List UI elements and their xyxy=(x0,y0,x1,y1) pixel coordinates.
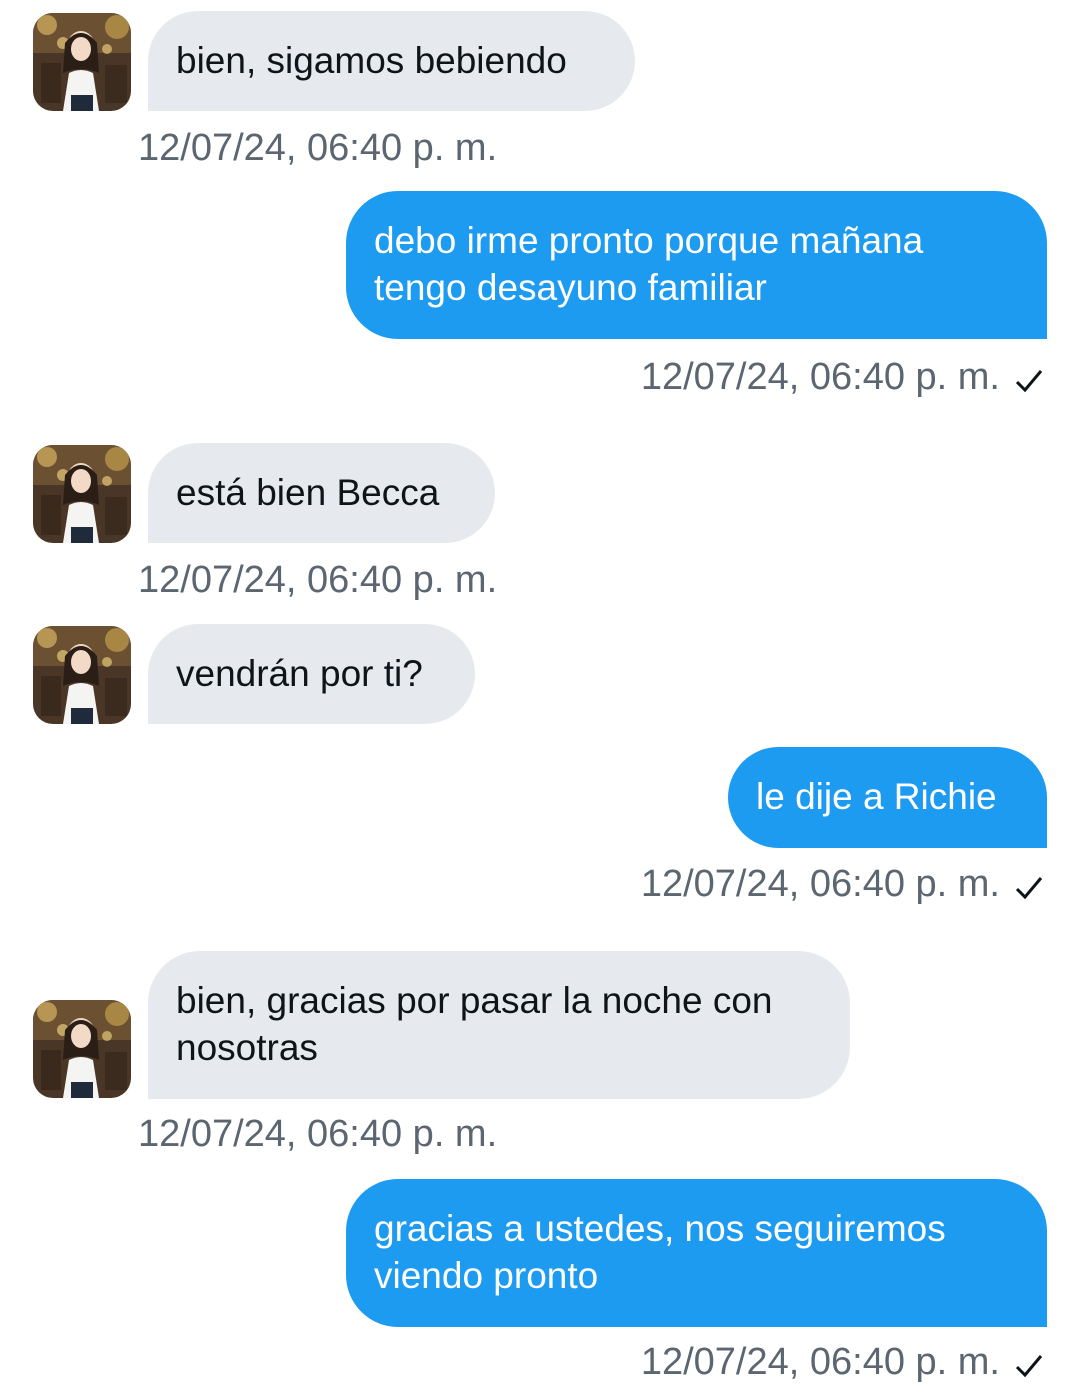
message-timestamp: 12/07/24, 06:40 p. m. xyxy=(640,863,1000,905)
contact-avatar[interactable] xyxy=(33,1000,131,1098)
message-text: le dije a Richie xyxy=(756,776,997,817)
incoming-message-bubble[interactable]: bien, gracias por pasar la noche con nos… xyxy=(148,951,850,1099)
incoming-message-bubble[interactable]: vendrán por ti? xyxy=(148,624,475,724)
message-timestamp-row: 12/07/24, 06:40 p. m. xyxy=(641,1340,1044,1384)
message-text: bien, sigamos bebiendo xyxy=(176,40,567,81)
contact-avatar[interactable] xyxy=(33,626,131,724)
message-timestamp-row: 12/07/24, 06:40 p. m. xyxy=(641,862,1044,906)
message-text: gracias a ustedes, nos seguiremos viendo… xyxy=(374,1208,946,1296)
message-timestamp: 12/07/24, 06:40 p. m. xyxy=(138,559,498,601)
outgoing-message-bubble[interactable]: debo irme pronto porque mañana tengo des… xyxy=(346,191,1047,339)
message-text: vendrán por ti? xyxy=(176,653,423,694)
message-timestamp: 12/07/24, 06:40 p. m. xyxy=(640,1341,1000,1383)
incoming-message-bubble[interactable]: está bien Becca xyxy=(148,443,495,543)
contact-avatar[interactable] xyxy=(33,13,131,111)
checkmark-icon xyxy=(1014,362,1044,393)
outgoing-message-bubble[interactable]: gracias a ustedes, nos seguiremos viendo… xyxy=(346,1179,1047,1327)
checkmark-icon xyxy=(1014,869,1044,900)
message-timestamp-row: 12/07/24, 06:40 p. m. xyxy=(641,355,1044,399)
message-text: está bien Becca xyxy=(176,472,440,513)
contact-avatar[interactable] xyxy=(33,445,131,543)
outgoing-message-bubble[interactable]: le dije a Richie xyxy=(728,747,1047,848)
checkmark-icon xyxy=(1014,1347,1044,1378)
incoming-message-bubble[interactable]: bien, sigamos bebiendo xyxy=(148,11,635,111)
message-timestamp: 12/07/24, 06:40 p. m. xyxy=(138,1113,498,1155)
message-text: bien, gracias por pasar la noche con nos… xyxy=(176,980,773,1068)
message-text: debo irme pronto porque mañana tengo des… xyxy=(374,220,924,308)
message-timestamp: 12/07/24, 06:40 p. m. xyxy=(640,356,1000,398)
message-timestamp: 12/07/24, 06:40 p. m. xyxy=(138,127,498,169)
